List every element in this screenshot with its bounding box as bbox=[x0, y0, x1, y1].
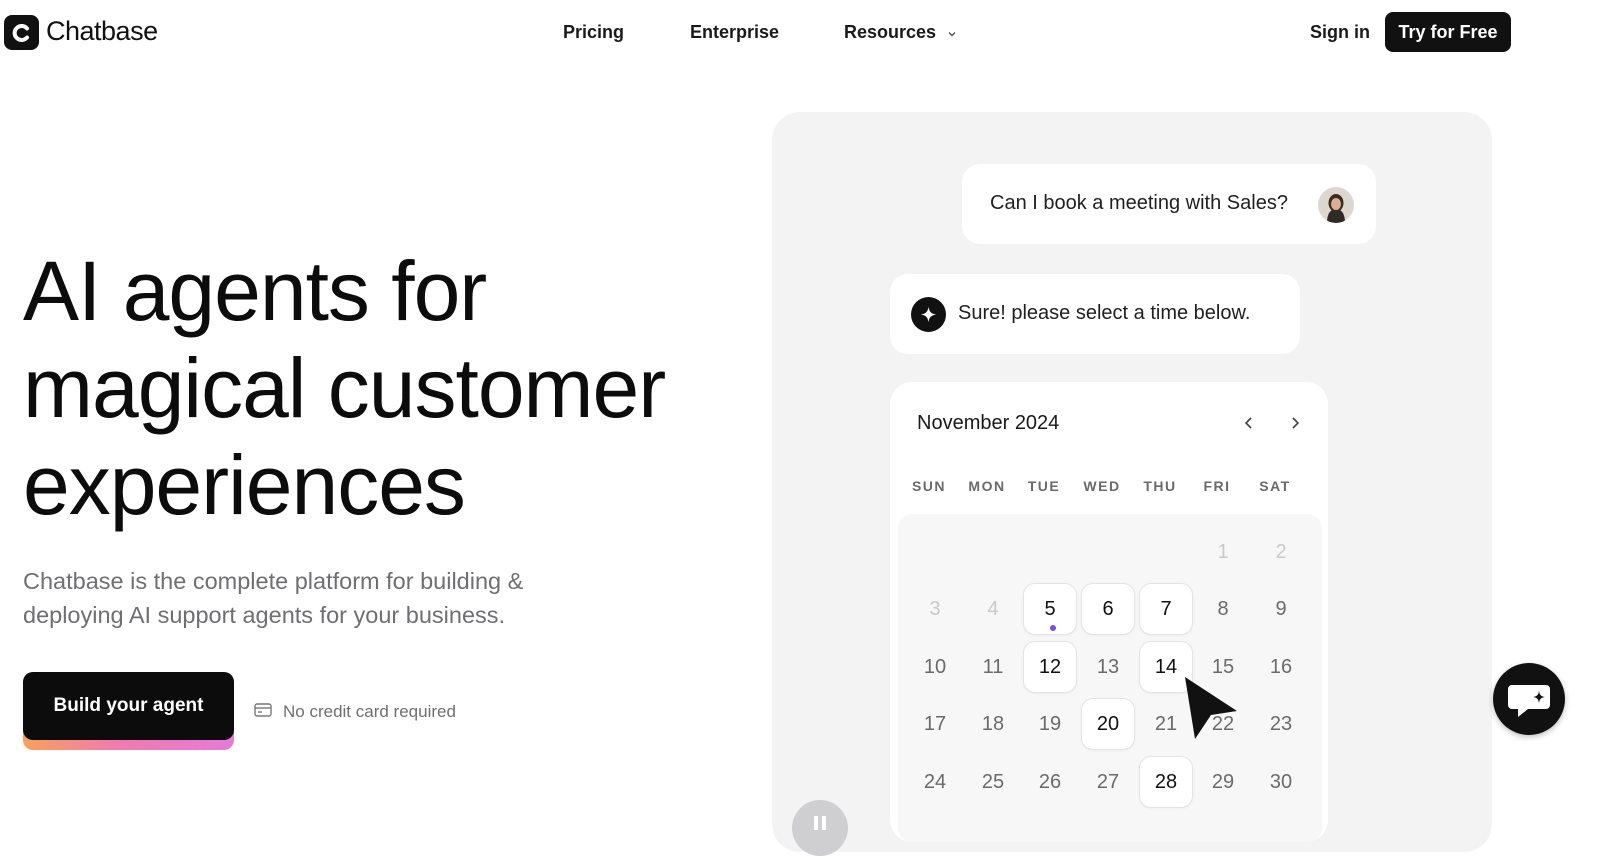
pause-icon bbox=[814, 816, 826, 830]
chevron-down-icon bbox=[947, 23, 957, 44]
calendar-day-28[interactable]: 28 bbox=[1139, 756, 1193, 808]
calendar-day-4: 4 bbox=[987, 597, 999, 620]
calendar-day-24: 24 bbox=[923, 770, 947, 793]
chat-widget-button[interactable] bbox=[1493, 663, 1565, 735]
calendar-day-10: 10 bbox=[923, 655, 947, 678]
calendar-day-12[interactable]: 12 bbox=[1023, 641, 1077, 693]
cursor-arrow-icon bbox=[1183, 675, 1241, 746]
weekday-wed: WED bbox=[1083, 478, 1121, 494]
calendar-day-29: 29 bbox=[1211, 770, 1235, 793]
calendar-day-20[interactable]: 20 bbox=[1081, 698, 1135, 750]
calendar-day-19: 19 bbox=[1038, 712, 1062, 735]
weekday-thu: THU bbox=[1143, 478, 1177, 494]
credit-card-icon bbox=[254, 702, 273, 724]
calendar-day-18: 18 bbox=[981, 712, 1005, 735]
calendar-day-3: 3 bbox=[929, 597, 941, 620]
calendar-day-2: 2 bbox=[1275, 540, 1287, 563]
calendar-day-13: 13 bbox=[1096, 655, 1120, 678]
weekday-mon: MON bbox=[968, 478, 1006, 494]
hero-title-line-2: magical customer bbox=[23, 341, 666, 435]
calendar-day-17: 17 bbox=[923, 712, 947, 735]
calendar-day-11: 11 bbox=[982, 655, 1004, 678]
hero-subtitle: Chatbase is the complete platform for bu… bbox=[23, 568, 524, 628]
calendar-day-1: 1 bbox=[1217, 540, 1229, 563]
calendar-day-9: 9 bbox=[1275, 597, 1287, 620]
bot-message-text: Sure! please select a time below. bbox=[958, 302, 1251, 324]
chevron-right-icon[interactable] bbox=[1284, 412, 1306, 434]
weekday-fri: FRI bbox=[1203, 478, 1231, 494]
event-marker-dot bbox=[1050, 625, 1056, 631]
nav-link-enterprise[interactable]: Enterprise bbox=[690, 22, 779, 43]
hero-title: AI agents for magical customer experienc… bbox=[23, 243, 666, 534]
build-agent-button[interactable]: Build your agent bbox=[23, 672, 234, 740]
calendar-day-30: 30 bbox=[1269, 770, 1293, 793]
weekday-sun: SUN bbox=[911, 478, 947, 494]
avatar bbox=[1318, 187, 1354, 223]
calendar-day-27: 27 bbox=[1096, 770, 1120, 793]
calendar-day-7[interactable]: 7 bbox=[1139, 583, 1193, 635]
sparkle-icon bbox=[911, 297, 946, 332]
pause-button[interactable] bbox=[792, 800, 848, 856]
calendar-month: November 2024 bbox=[917, 412, 1060, 434]
calendar-day-8: 8 bbox=[1217, 597, 1229, 620]
chevron-left-icon[interactable] bbox=[1238, 412, 1260, 434]
weekday-sat: SAT bbox=[1259, 478, 1291, 494]
signin-link[interactable]: Sign in bbox=[1310, 22, 1370, 43]
hero-title-line-1: AI agents for bbox=[23, 244, 487, 338]
calendar-day-23: 23 bbox=[1269, 712, 1293, 735]
chatbase-logo-icon[interactable] bbox=[4, 15, 39, 50]
nav-link-resources[interactable]: Resources bbox=[844, 22, 957, 44]
hero-title-line-3: experiences bbox=[23, 438, 466, 532]
nav-link-pricing[interactable]: Pricing bbox=[563, 22, 624, 43]
calendar-day-25: 25 bbox=[981, 770, 1005, 793]
calendar-day-16: 16 bbox=[1269, 655, 1293, 678]
nav-link-resources-label: Resources bbox=[844, 22, 937, 42]
try-for-free-button[interactable]: Try for Free bbox=[1385, 12, 1511, 52]
calendar-day-26: 26 bbox=[1038, 770, 1062, 793]
brand-name[interactable]: Chatbase bbox=[46, 16, 158, 47]
calendar-day-6[interactable]: 6 bbox=[1081, 583, 1135, 635]
no-credit-card-note: No credit card required bbox=[283, 702, 456, 721]
weekday-tue: TUE bbox=[1027, 478, 1061, 494]
chat-bubble-icon bbox=[1508, 685, 1550, 717]
user-message-text: Can I book a meeting with Sales? bbox=[990, 192, 1288, 214]
